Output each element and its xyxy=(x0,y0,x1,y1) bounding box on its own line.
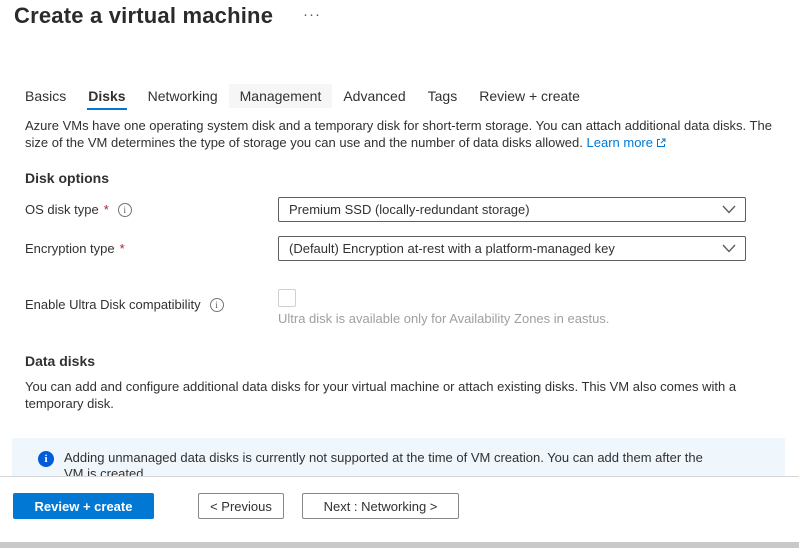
disks-intro-text: Azure VMs have one operating system disk… xyxy=(25,117,782,152)
ultra-disk-label-text: Enable Ultra Disk compatibility xyxy=(25,297,201,312)
tab-basics[interactable]: Basics xyxy=(25,88,66,104)
tab-disks[interactable]: Disks xyxy=(88,88,125,104)
encryption-type-label: Encryption type * xyxy=(25,241,125,256)
chevron-down-icon xyxy=(722,202,736,217)
tab-advanced[interactable]: Advanced xyxy=(343,88,405,104)
learn-more-label: Learn more xyxy=(587,135,653,150)
info-icon: i xyxy=(38,451,54,467)
ultra-disk-note: Ultra disk is available only for Availab… xyxy=(278,311,609,326)
os-disk-type-label: OS disk type * i xyxy=(25,202,132,217)
horizontal-scrollbar-thumb[interactable] xyxy=(0,542,799,548)
encryption-type-value: (Default) Encryption at-rest with a plat… xyxy=(289,241,615,256)
os-disk-type-value: Premium SSD (locally-redundant storage) xyxy=(289,202,530,217)
data-disks-text: You can add and configure additional dat… xyxy=(25,378,767,412)
create-vm-page: Create a virtual machine ··· Basics Disk… xyxy=(0,0,799,548)
data-disks-heading: Data disks xyxy=(25,353,95,369)
required-marker: * xyxy=(120,241,125,256)
page-title: Create a virtual machine xyxy=(14,3,273,29)
info-icon[interactable]: i xyxy=(210,298,224,312)
os-disk-type-label-text: OS disk type xyxy=(25,202,99,217)
os-disk-type-dropdown[interactable]: Premium SSD (locally-redundant storage) xyxy=(278,197,746,222)
wizard-footer: Review + create < Previous Next : Networ… xyxy=(0,476,799,548)
encryption-type-dropdown[interactable]: (Default) Encryption at-rest with a plat… xyxy=(278,236,746,261)
tab-management[interactable]: Management xyxy=(229,84,333,108)
horizontal-scrollbar[interactable] xyxy=(0,542,799,548)
chevron-down-icon xyxy=(722,241,736,256)
tab-networking[interactable]: Networking xyxy=(148,88,218,104)
encryption-type-label-text: Encryption type xyxy=(25,241,115,256)
ultra-disk-label: Enable Ultra Disk compatibility i xyxy=(25,297,224,312)
tab-tags[interactable]: Tags xyxy=(428,88,458,104)
more-menu-icon[interactable]: ··· xyxy=(303,6,321,23)
review-create-button[interactable]: Review + create xyxy=(13,493,154,519)
next-networking-button[interactable]: Next : Networking > xyxy=(302,493,459,519)
tab-review-create[interactable]: Review + create xyxy=(479,88,580,104)
previous-button[interactable]: < Previous xyxy=(198,493,284,519)
info-icon[interactable]: i xyxy=(118,203,132,217)
ultra-disk-checkbox[interactable] xyxy=(278,289,296,307)
wizard-tabs: Basics Disks Networking Management Advan… xyxy=(25,88,580,104)
external-link-icon xyxy=(656,135,666,152)
required-marker: * xyxy=(104,202,109,217)
disk-options-heading: Disk options xyxy=(25,170,109,186)
learn-more-link[interactable]: Learn more xyxy=(587,135,666,150)
